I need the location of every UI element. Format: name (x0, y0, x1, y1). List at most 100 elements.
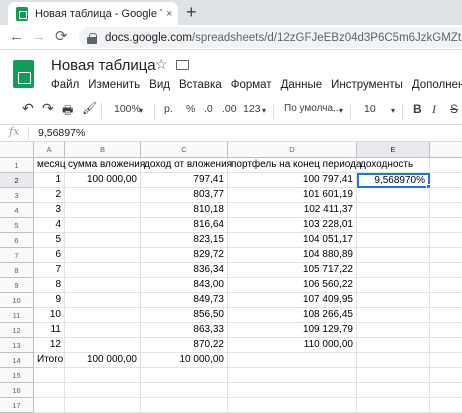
cell-b2[interactable]: 100 000,00 (65, 173, 141, 188)
zoom-select[interactable]: 100% (114, 103, 141, 115)
filler-cell[interactable] (430, 278, 462, 293)
cell-d11[interactable]: 108 266,45 (228, 308, 357, 323)
back-icon[interactable]: ← (9, 29, 24, 45)
cell-b6[interactable] (65, 233, 141, 248)
print-icon[interactable]: 🖶 (62, 101, 73, 122)
italic-button[interactable]: I (432, 102, 436, 117)
cell-a4[interactable]: 3 (34, 203, 65, 218)
cell-c17[interactable] (141, 398, 228, 413)
row-header-16[interactable]: 16 (0, 383, 34, 398)
cell-a13[interactable]: 12 (34, 338, 65, 353)
row-header-6[interactable]: 6 (0, 233, 34, 248)
row-header-8[interactable]: 8 (0, 263, 34, 278)
cell-a11[interactable]: 10 (34, 308, 65, 323)
url-input[interactable]: docs.google.com/spreadsheets/d/12zGFJeEB… (79, 27, 462, 48)
column-header-d[interactable]: D (228, 142, 357, 158)
filler-cell[interactable] (430, 383, 462, 398)
cell-e12[interactable] (357, 323, 430, 338)
row-header-2[interactable]: 2 (0, 173, 34, 188)
forward-icon[interactable]: → (31, 29, 46, 45)
row-header-3[interactable]: 3 (0, 188, 34, 203)
cell-d9[interactable]: 106 560,22 (228, 278, 357, 293)
cell-c16[interactable] (141, 383, 228, 398)
filler-cell[interactable] (430, 338, 462, 353)
cell-b7[interactable] (65, 248, 141, 263)
column-header-b[interactable]: B (65, 142, 141, 158)
cell-c12[interactable]: 863,33 (141, 323, 228, 338)
cell-b9[interactable] (65, 278, 141, 293)
active-cell[interactable]: 9,568970% (357, 173, 430, 188)
percent-format-button[interactable]: % (186, 103, 195, 115)
cell-e8[interactable] (357, 263, 430, 278)
cell-b3[interactable] (65, 188, 141, 203)
menu-addons[interactable]: Дополнения (412, 79, 462, 91)
menu-edit[interactable]: Изменить (88, 79, 140, 91)
cell-a15[interactable] (34, 368, 65, 383)
cell-e7[interactable] (357, 248, 430, 263)
cell-b14[interactable]: 100 000,00 (65, 353, 141, 368)
cell-b8[interactable] (65, 263, 141, 278)
cell-d14[interactable] (228, 353, 357, 368)
cell-d4[interactable]: 102 411,37 (228, 203, 357, 218)
font-size-chevron-icon[interactable]: ▾ (391, 106, 395, 115)
cell-c3[interactable]: 803,77 (141, 188, 228, 203)
cell-c13[interactable]: 870,22 (141, 338, 228, 353)
cell-a16[interactable] (34, 383, 65, 398)
row-header-1[interactable]: 1 (0, 158, 34, 173)
cell-b15[interactable] (65, 368, 141, 383)
cell-a17[interactable] (34, 398, 65, 413)
row-header-10[interactable]: 10 (0, 293, 34, 308)
cell-d3[interactable]: 101 601,19 (228, 188, 357, 203)
cell-e15[interactable] (357, 368, 430, 383)
menu-tools[interactable]: Инструменты (331, 79, 403, 91)
cell-c9[interactable]: 843,00 (141, 278, 228, 293)
redo-icon[interactable]: ↷ (42, 100, 54, 117)
cell-d12[interactable]: 109 129,79 (228, 323, 357, 338)
cell-b17[interactable] (65, 398, 141, 413)
row-header-7[interactable]: 7 (0, 248, 34, 263)
cell-d8[interactable]: 105 717,22 (228, 263, 357, 278)
cell-c11[interactable]: 856,50 (141, 308, 228, 323)
cell-e16[interactable] (357, 383, 430, 398)
cell-c6[interactable]: 823,15 (141, 233, 228, 248)
cell-e6[interactable] (357, 233, 430, 248)
row-header-17[interactable]: 17 (0, 398, 34, 413)
cell-b5[interactable] (65, 218, 141, 233)
filler-cell[interactable] (430, 263, 462, 278)
filler-cell[interactable] (430, 173, 462, 188)
more-formats-button[interactable]: 123 (243, 103, 261, 115)
cell-b10[interactable] (65, 293, 141, 308)
cell-e3[interactable] (357, 188, 430, 203)
spreadsheet-grid[interactable]: A B C D E 1 месяц сумма вложения доход от вложен… (0, 142, 462, 413)
decrease-decimals-button[interactable]: .0 (204, 103, 213, 115)
cell-c8[interactable]: 836,34 (141, 263, 228, 278)
more-formats-chevron-icon[interactable]: ▾ (262, 106, 266, 115)
strikethrough-button[interactable]: S (450, 102, 458, 116)
cell-d2[interactable]: 100 797,41 (228, 173, 357, 188)
cell-a6[interactable]: 5 (34, 233, 65, 248)
cell-d1[interactable]: портфель на конец периода (228, 158, 362, 173)
font-chevron-icon[interactable]: ▾ (339, 106, 343, 115)
cell-b1[interactable]: сумма вложения (65, 158, 145, 173)
cell-a7[interactable]: 6 (34, 248, 65, 263)
fill-handle[interactable] (426, 184, 431, 189)
cell-d17[interactable] (228, 398, 357, 413)
star-icon[interactable]: ☆ (155, 56, 168, 73)
document-title[interactable]: Новая таблица (51, 57, 156, 74)
cell-d6[interactable]: 104 051,17 (228, 233, 357, 248)
cell-d16[interactable] (228, 383, 357, 398)
menu-file[interactable]: Файл (51, 79, 79, 91)
cell-c5[interactable]: 816,64 (141, 218, 228, 233)
row-header-12[interactable]: 12 (0, 323, 34, 338)
undo-icon[interactable]: ↶ (22, 100, 34, 117)
cell-c14[interactable]: 10 000,00 (141, 353, 228, 368)
cell-c15[interactable] (141, 368, 228, 383)
font-family-select[interactable]: По умолча... (284, 103, 341, 114)
cell-c7[interactable]: 829,72 (141, 248, 228, 263)
row-header-15[interactable]: 15 (0, 368, 34, 383)
row-header-5[interactable]: 5 (0, 218, 34, 233)
zoom-chevron-icon[interactable]: ▾ (139, 106, 143, 115)
cell-c2[interactable]: 797,41 (141, 173, 228, 188)
filler-cell[interactable] (430, 248, 462, 263)
filler-cell[interactable] (430, 158, 462, 173)
